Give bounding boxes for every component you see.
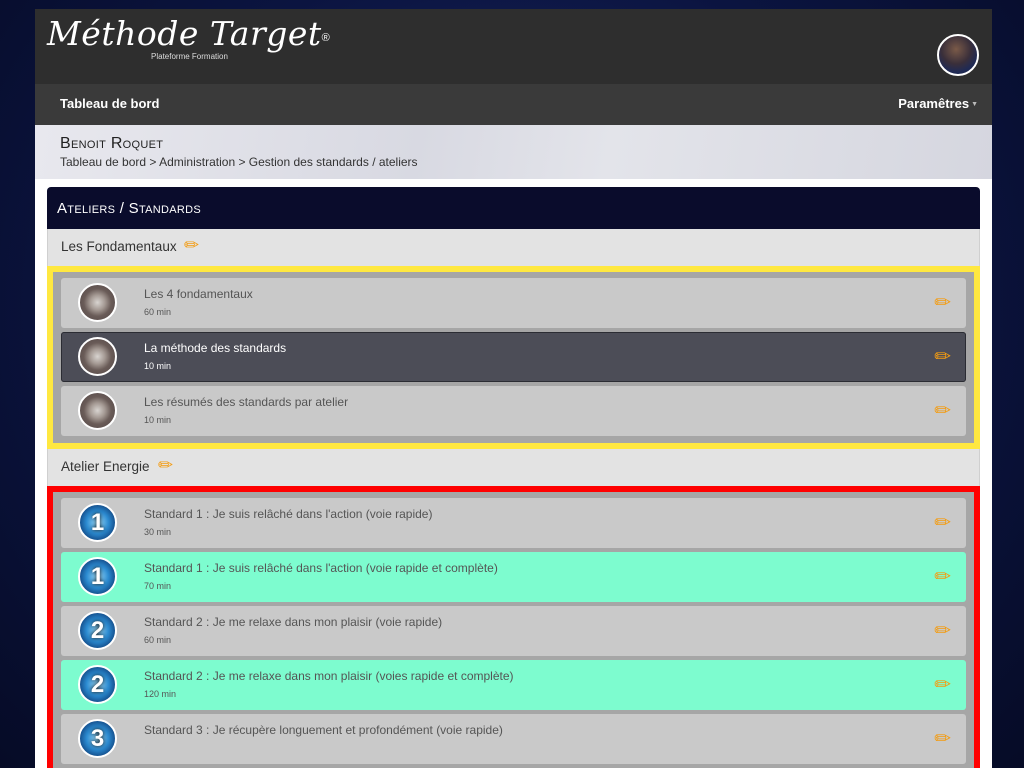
panel-title: Ateliers / Standards: [57, 200, 202, 217]
content-area: Ateliers / Standards Les Fondamentaux ✏ …: [35, 179, 992, 768]
item-title: Standard 2 : Je me relaxe dans mon plais…: [144, 669, 514, 683]
list-item-selected[interactable]: La méthode des standards 10 min ✏: [61, 332, 966, 382]
pencil-icon[interactable]: ✏: [934, 618, 951, 643]
nav-dashboard-link[interactable]: Tableau de bord: [60, 96, 159, 111]
item-title: Les 4 fondamentaux: [144, 287, 253, 301]
section-group-fondamentaux: Les 4 fondamentaux 60 min ✏ La méthode d…: [47, 266, 980, 449]
pencil-icon[interactable]: ✏: [934, 398, 951, 423]
caret-down-icon: ▼: [971, 101, 978, 109]
item-title: Les résumés des standards par atelier: [144, 395, 349, 409]
pencil-icon[interactable]: ✏: [934, 510, 951, 535]
item-duration: 10 min: [144, 361, 172, 371]
list-item[interactable]: Les résumés des standards par atelier 10…: [61, 386, 966, 436]
nav-settings-menu[interactable]: Paramêtres ▼: [898, 96, 978, 111]
section-header-energie: Atelier Energie ✏: [47, 449, 980, 486]
pencil-icon[interactable]: ✏: [934, 344, 951, 369]
pencil-icon[interactable]: ✏: [934, 672, 951, 697]
breadcrumb: Tableau de bord > Administration > Gesti…: [60, 155, 418, 169]
item-duration: 60 min: [144, 635, 172, 645]
item-duration: 60 min: [144, 307, 172, 317]
item-duration: 10 min: [144, 415, 172, 425]
list-item[interactable]: 1 Standard 1 : Je suis relâché dans l'ac…: [61, 498, 966, 548]
pencil-icon[interactable]: ✏: [934, 564, 951, 589]
logo[interactable]: Méthode Target® Plateforme Formation: [47, 14, 331, 62]
item-title: Standard 2 : Je me relaxe dans mon plais…: [144, 615, 443, 629]
logo-text: Méthode Target®: [47, 14, 331, 53]
item-title: Standard 3 : Je récupère longuement et p…: [144, 723, 503, 737]
pencil-icon[interactable]: ✏: [158, 455, 173, 476]
item-list: Les 4 fondamentaux 60 min ✏ La méthode d…: [53, 272, 974, 443]
item-title: Standard 1 : Je suis relâché dans l'acti…: [144, 561, 498, 575]
section-group-energie: 1 Standard 1 : Je suis relâché dans l'ac…: [47, 486, 980, 768]
panel-header: Ateliers / Standards: [47, 187, 980, 229]
user-name: Benoit Roquet: [60, 135, 164, 152]
item-title: La méthode des standards: [144, 341, 287, 355]
app-window: Méthode Target® Plateforme Formation Tab…: [35, 9, 992, 768]
brain-thumbnail-icon: [78, 391, 117, 430]
pencil-icon[interactable]: ✏: [934, 290, 951, 315]
top-bar: Méthode Target® Plateforme Formation: [35, 9, 992, 84]
nav-bar: Tableau de bord Paramêtres ▼: [35, 84, 992, 125]
logo-subtitle: Plateforme Formation: [151, 52, 228, 61]
standard-badge-icon: 2: [78, 665, 117, 704]
item-duration: 120 min: [144, 689, 177, 699]
list-item[interactable]: 1 Standard 1 : Je suis relâché dans l'ac…: [61, 552, 966, 602]
list-item[interactable]: 2 Standard 2 : Je me relaxe dans mon pla…: [61, 606, 966, 656]
brain-thumbnail-icon: [78, 283, 117, 322]
standard-badge-icon: 1: [78, 557, 117, 596]
section-title: Les Fondamentaux: [61, 239, 177, 254]
list-item[interactable]: 2 Standard 2 : Je me relaxe dans mon pla…: [61, 660, 966, 710]
list-item[interactable]: 3 Standard 3 : Je récupère longuement et…: [61, 714, 966, 764]
item-title: Standard 1 : Je suis relâché dans l'acti…: [144, 507, 433, 521]
nav-settings-label: Paramêtres: [898, 96, 970, 111]
standard-badge-icon: 1: [78, 503, 117, 542]
profile-band: Benoit Roquet Tableau de bord > Administ…: [35, 125, 992, 179]
standard-badge-icon: 2: [78, 611, 117, 650]
section-header-fondamentaux: Les Fondamentaux ✏: [47, 229, 980, 266]
section-title: Atelier Energie: [61, 459, 150, 474]
pencil-icon[interactable]: ✏: [184, 235, 199, 256]
standard-badge-icon: 3: [78, 719, 117, 758]
item-duration: 70 min: [144, 581, 172, 591]
brain-thumbnail-icon: [78, 337, 117, 376]
pencil-icon[interactable]: ✏: [934, 726, 951, 751]
item-duration: 30 min: [144, 527, 172, 537]
item-list: 1 Standard 1 : Je suis relâché dans l'ac…: [53, 492, 974, 768]
list-item[interactable]: Les 4 fondamentaux 60 min ✏: [61, 278, 966, 328]
user-avatar[interactable]: [937, 34, 979, 76]
